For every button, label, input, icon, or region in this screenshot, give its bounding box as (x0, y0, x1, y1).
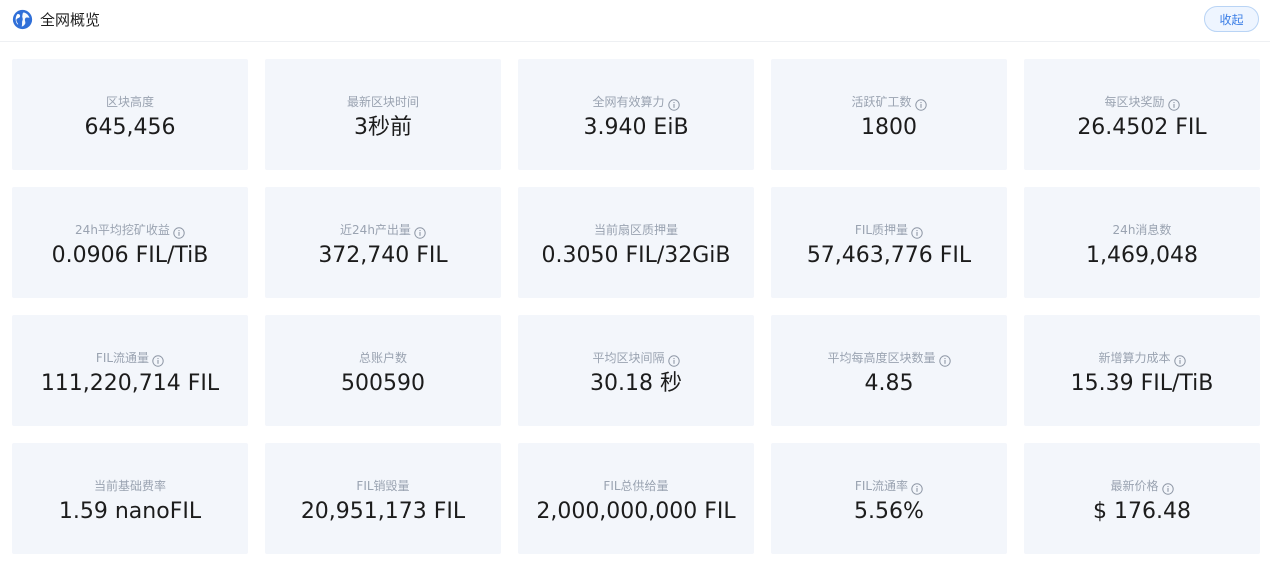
overview-header: 全网概览 收起 (0, 0, 1270, 42)
stat-label-row: FIL总供给量 (603, 478, 668, 494)
stat-label: 活跃矿工数 (851, 95, 912, 109)
stat-label: 当前扇区质押量 (593, 223, 678, 237)
stat-card: 24h消息数 1,469,048 (1024, 187, 1260, 298)
stat-label-row: 最新区块时间 (347, 94, 419, 110)
info-icon[interactable] (1167, 96, 1180, 111)
stat-label: 当前基础费率 (93, 479, 166, 493)
stat-value: 372,740 FIL (318, 243, 448, 268)
stat-label-row: 每区块奖励 (1104, 94, 1180, 111)
stat-label-row: FIL销毁量 (356, 478, 409, 494)
stat-label-row: 24h平均挖矿收益 (75, 222, 185, 239)
stat-label: FIL销毁量 (356, 479, 410, 493)
stat-label-row: 当前扇区质押量 (594, 222, 678, 238)
info-icon[interactable] (911, 224, 923, 239)
stat-label-row: 平均区块间隔 (592, 350, 680, 367)
stat-card: FIL流通量 111,220,714 FIL (12, 315, 248, 426)
stat-card: 24h平均挖矿收益 0.0906 FIL/TiB (12, 187, 248, 298)
stat-value: 5.56% (854, 499, 924, 524)
globe-icon (12, 9, 33, 30)
stat-value: 111,220,714 FIL (40, 371, 220, 396)
stat-label: 全网有效算力 (592, 95, 665, 109)
info-icon[interactable] (938, 352, 951, 367)
stat-label: 近24h产出量 (340, 223, 411, 237)
stat-card: FIL销毁量 20,951,173 FIL (265, 443, 501, 554)
stat-label: 平均区块间隔 (592, 351, 665, 365)
stat-card: 平均区块间隔 30.18 秒 (518, 315, 754, 426)
stat-value: 1800 (861, 115, 917, 140)
stat-label: FIL总供给量 (603, 479, 669, 493)
stat-card: FIL总供给量 2,000,000,000 FIL (518, 443, 754, 554)
stat-card: 平均每高度区块数量 4.85 (771, 315, 1007, 426)
stat-card: FIL流通率 5.56% (771, 443, 1007, 554)
stat-label-row: 总账户数 (359, 350, 407, 366)
info-icon[interactable] (1173, 352, 1186, 367)
stat-value: 26.4502 FIL (1077, 115, 1207, 140)
stat-value: 1.59 nanoFIL (58, 499, 202, 524)
stat-label: FIL流通量 (95, 351, 150, 365)
collapse-button[interactable]: 收起 (1204, 6, 1259, 32)
stat-label: 新增算力成本 (1098, 351, 1171, 365)
stat-label-row: 24h消息数 (1113, 222, 1172, 238)
stat-value: 57,463,776 FIL (806, 243, 972, 268)
stat-label-row: 新增算力成本 (1098, 350, 1186, 367)
stat-value: 3秒前 (354, 115, 412, 140)
info-icon[interactable] (414, 224, 426, 239)
stat-card: 最新价格 $ 176.48 (1024, 443, 1260, 554)
stat-value: 0.0906 FIL/TiB (51, 243, 209, 268)
stat-label: 区块高度 (105, 95, 154, 109)
info-icon[interactable] (914, 96, 927, 111)
stat-value: 30.18 秒 (590, 371, 682, 396)
stat-value: 4.85 (864, 371, 914, 396)
stat-label-row: 最新价格 (1110, 478, 1174, 495)
stat-value: 500590 (341, 371, 425, 396)
stat-value: 645,456 (84, 115, 176, 140)
page-title: 全网概览 (40, 11, 101, 29)
stat-card: 全网有效算力 3.940 EiB (518, 59, 754, 170)
stat-label-row: 全网有效算力 (592, 94, 680, 111)
stat-label: 最新区块时间 (346, 95, 419, 109)
stat-value: 20,951,173 FIL (300, 499, 466, 524)
stats-grid: 区块高度 645,456 最新区块时间 3秒前 全网有效算力 3.940 EiB 活跃矿工数… (12, 59, 1260, 554)
stat-value: 1,469,048 (1086, 243, 1198, 268)
info-icon[interactable] (911, 480, 923, 495)
stat-card: 每区块奖励 26.4502 FIL (1024, 59, 1260, 170)
stat-card: 总账户数 500590 (265, 315, 501, 426)
stat-card: 新增算力成本 15.39 FIL/TiB (1024, 315, 1260, 426)
stat-card: 活跃矿工数 1800 (771, 59, 1007, 170)
info-icon[interactable] (667, 96, 680, 111)
stat-value: 2,000,000,000 FIL (536, 499, 736, 524)
stat-label-row: 区块高度 (106, 94, 154, 110)
stat-value: 3.940 EiB (583, 115, 689, 140)
stat-card: 最新区块时间 3秒前 (265, 59, 501, 170)
stat-value: $ 176.48 (1093, 499, 1191, 524)
stat-label-row: FIL流通率 (854, 478, 923, 495)
info-icon[interactable] (1161, 480, 1174, 495)
stat-card: 区块高度 645,456 (12, 59, 248, 170)
stat-label-row: FIL流通量 (95, 350, 164, 367)
stat-label: 24h平均挖矿收益 (75, 223, 170, 237)
stat-label: 24h消息数 (1112, 223, 1172, 237)
stat-card: 当前基础费率 1.59 nanoFIL (12, 443, 248, 554)
stat-label-row: 近24h产出量 (340, 222, 426, 239)
stat-label: 平均每高度区块数量 (827, 351, 936, 365)
stat-label: 每区块奖励 (1104, 95, 1165, 109)
stat-card: 当前扇区质押量 0.3050 FIL/32GiB (518, 187, 754, 298)
stat-label: 总账户数 (358, 351, 407, 365)
info-icon[interactable] (152, 352, 164, 367)
stat-label: FIL流通率 (854, 479, 909, 493)
stat-card: FIL质押量 57,463,776 FIL (771, 187, 1007, 298)
info-icon[interactable] (667, 352, 680, 367)
stat-label: FIL质押量 (854, 223, 909, 237)
stat-label: 最新价格 (1110, 479, 1159, 493)
info-icon[interactable] (173, 224, 185, 239)
stat-value: 0.3050 FIL/32GiB (541, 243, 731, 268)
stat-label-row: FIL质押量 (854, 222, 923, 239)
stat-card: 近24h产出量 372,740 FIL (265, 187, 501, 298)
stat-label-row: 当前基础费率 (94, 478, 166, 494)
stat-label-row: 平均每高度区块数量 (827, 350, 951, 367)
stat-value: 15.39 FIL/TiB (1070, 371, 1214, 396)
stat-label-row: 活跃矿工数 (851, 94, 927, 111)
